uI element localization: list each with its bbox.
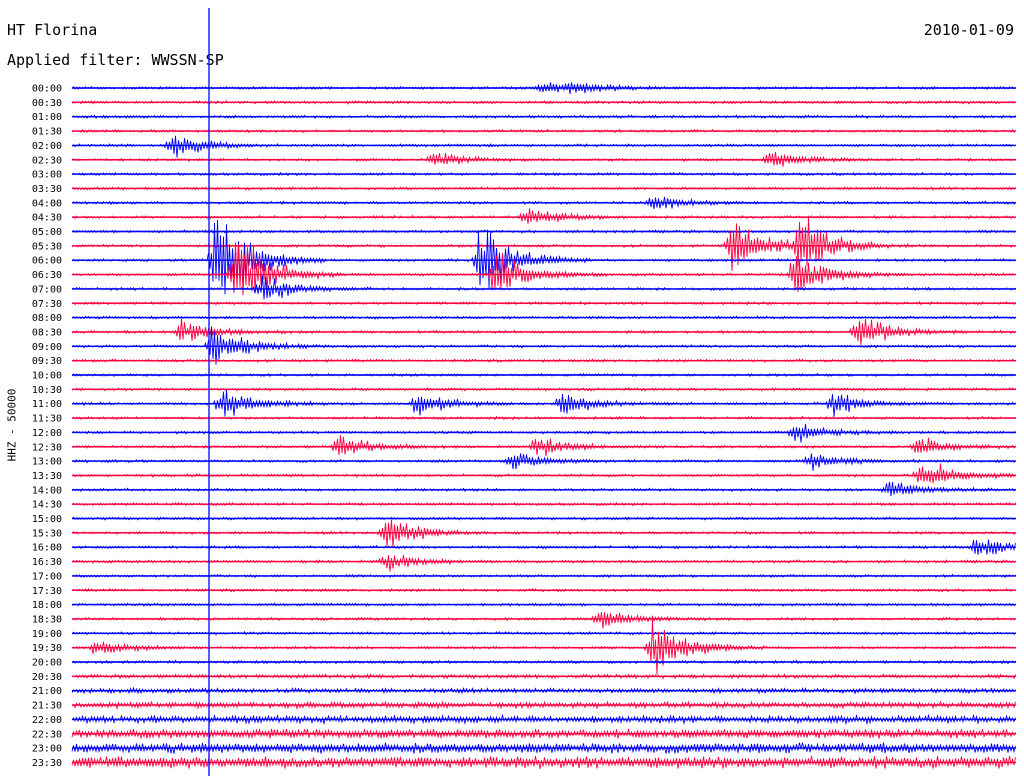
row-time-label: 08:00 [32, 313, 62, 324]
row-time-label: 07:00 [32, 284, 62, 295]
trace-row [71, 135, 1016, 158]
trace-row [71, 481, 1016, 497]
row-time-label: 06:30 [32, 270, 62, 281]
row-time-label: 11:30 [32, 414, 62, 425]
row-time-label: 00:00 [32, 84, 62, 95]
row-time-label: 09:30 [32, 356, 62, 367]
row-time-label: 13:00 [32, 457, 62, 468]
row-time-label: 11:00 [32, 399, 62, 410]
row-time-label: 22:00 [32, 715, 62, 726]
trace-row [71, 423, 1016, 443]
row-time-label: 13:30 [32, 471, 62, 482]
row-time-label: 12:30 [32, 442, 62, 453]
helicorder-plot: 00:00 00:30 01:00 01:30 02:00 02:30 03:00 03:30… [32, 8, 1016, 776]
row-time-label: 17:30 [32, 586, 62, 597]
row-time-label: 19:30 [32, 643, 62, 654]
trace-row [71, 208, 1016, 224]
row-time-label: 18:30 [32, 614, 62, 625]
row-time-label: 18:00 [32, 600, 62, 611]
row-time-label: 17:00 [32, 571, 62, 582]
trace-row [71, 519, 1016, 548]
trace-row [71, 555, 1016, 572]
row-time-label: 04:30 [32, 213, 62, 224]
row-time-label: 01:30 [32, 127, 62, 138]
row-time-label: 03:30 [32, 184, 62, 195]
row-time-label: 10:00 [32, 371, 62, 382]
row-time-label: 05:30 [32, 241, 62, 252]
row-time-label: 08:30 [32, 327, 62, 338]
trace-row [71, 463, 1016, 484]
row-time-label: 21:30 [32, 701, 62, 712]
row-time-label: 23:00 [32, 744, 62, 755]
row-time-label: 04:00 [32, 198, 62, 209]
trace-row [71, 435, 1016, 457]
row-time-label: 02:30 [32, 155, 62, 166]
row-label-group: 00:00 00:30 01:00 01:30 02:00 02:30 03:00 03:30… [32, 84, 62, 769]
trace-row [71, 453, 1016, 471]
row-time-label: 12:00 [32, 428, 62, 439]
row-time-label: 15:30 [32, 528, 62, 539]
row-time-label: 23:30 [32, 758, 62, 769]
row-time-label: 01:00 [32, 112, 62, 123]
row-time-label: 10:30 [32, 385, 62, 396]
trace-group [71, 82, 1016, 769]
row-time-label: 22:30 [32, 729, 62, 740]
row-time-label: 14:30 [32, 500, 62, 511]
row-time-label: 02:00 [32, 141, 62, 152]
row-time-label: 14:00 [32, 485, 62, 496]
row-time-label: 16:30 [32, 557, 62, 568]
row-time-label: 06:00 [32, 256, 62, 267]
row-time-label: 20:00 [32, 658, 62, 669]
trace-row [71, 275, 1016, 300]
row-time-label: 05:00 [32, 227, 62, 238]
trace-row [71, 612, 1016, 629]
row-time-label: 00:30 [32, 98, 62, 109]
row-time-label: 20:30 [32, 672, 62, 683]
row-time-label: 03:00 [32, 170, 62, 181]
row-time-label: 09:00 [32, 342, 62, 353]
row-time-label: 19:00 [32, 629, 62, 640]
row-time-label: 21:00 [32, 686, 62, 697]
row-time-label: 16:00 [32, 543, 62, 554]
row-time-label: 07:30 [32, 299, 62, 310]
row-time-label: 15:00 [32, 514, 62, 525]
